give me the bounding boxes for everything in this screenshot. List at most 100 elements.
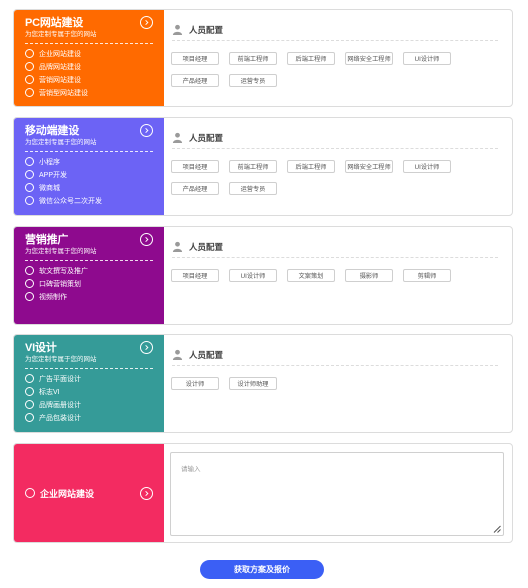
- staff-header: 人员配置: [172, 132, 498, 149]
- radio-circle-icon[interactable]: [25, 49, 34, 58]
- submit-button[interactable]: 获取方案及报价: [200, 560, 324, 579]
- radio-circle-icon[interactable]: [25, 183, 34, 192]
- service-option[interactable]: 营销型网站建设: [25, 86, 154, 99]
- option-label: 广告平面设计: [39, 375, 81, 383]
- radio-circle-icon[interactable]: [25, 196, 34, 205]
- staff-tag[interactable]: 摄影师: [345, 269, 393, 282]
- service-option[interactable]: 微商城: [25, 181, 154, 194]
- service-option[interactable]: 微信公众号二次开发: [25, 194, 154, 207]
- divider: [25, 368, 153, 369]
- option-label: 小程序: [39, 158, 60, 166]
- radio-circle-icon[interactable]: [25, 75, 34, 84]
- service-subtitle: 为您定制专属于您的网站: [25, 31, 97, 38]
- staff-tag[interactable]: 前端工程师: [229, 160, 277, 173]
- staff-panel: 人员配置 项目经理 前端工程师 后端工程师 网络安全工程师 UI设计师 产品经理…: [164, 118, 512, 215]
- staff-tag[interactable]: 剪辑师: [403, 269, 451, 282]
- staff-tag[interactable]: UI设计师: [403, 52, 451, 65]
- radio-circle-icon[interactable]: [25, 88, 34, 97]
- service-option[interactable]: 标志VI: [25, 385, 154, 398]
- staff-tags: 设计师 设计师助理: [171, 377, 501, 399]
- staff-tag[interactable]: UI设计师: [229, 269, 277, 282]
- service-option[interactable]: 营销网站建设: [25, 73, 154, 86]
- service-panel: PC网站建设 为您定制专属于您的网站 企业网站建设 品牌网站建设 营销网站建设 …: [14, 10, 164, 106]
- radio-circle-icon[interactable]: [25, 279, 34, 288]
- option-label: 品牌画册设计: [39, 401, 81, 409]
- radio-circle-icon[interactable]: [25, 400, 34, 409]
- service-card-mobile: 移动端建设 为您定制专属于您的网站 小程序 APP开发 微商城 微信公众号二次开…: [13, 117, 513, 216]
- service-card-enterprise: 企业网站建设 请输入: [13, 443, 513, 543]
- staff-panel: 人员配置 项目经理 前端工程师 后端工程师 网络安全工程师 UI设计师 产品经理…: [164, 10, 512, 106]
- staff-panel: 人员配置 项目经理 UI设计师 文案策划 摄影师 剪辑师: [164, 227, 512, 324]
- service-card-marketing: 营销推广 为您定制专属于您的网站 软文撰写及推广 口碑营销策划 视频制作 人员配…: [13, 226, 513, 325]
- service-option[interactable]: 企业网站建设: [25, 47, 154, 60]
- service-title: 营销推广: [25, 234, 69, 246]
- staff-tag[interactable]: 网络安全工程师: [345, 160, 393, 173]
- arrow-right-icon[interactable]: [140, 233, 153, 246]
- radio-circle-icon[interactable]: [25, 170, 34, 179]
- arrow-right-icon[interactable]: [140, 486, 153, 500]
- staff-tag[interactable]: 网络安全工程师: [345, 52, 393, 65]
- option-label: 企业网站建设: [40, 488, 95, 499]
- service-option[interactable]: 口碑营销策划: [25, 277, 154, 290]
- option-label: APP开发: [39, 171, 68, 179]
- service-subtitle: 为您定制专属于您的网站: [25, 139, 97, 146]
- service-option[interactable]: 产品包装设计: [25, 411, 154, 424]
- service-option[interactable]: 企业网站建设: [25, 486, 94, 500]
- radio-circle-icon[interactable]: [25, 62, 34, 71]
- staff-label: 人员配置: [189, 350, 224, 360]
- person-icon: [172, 241, 183, 252]
- radio-circle-icon[interactable]: [25, 292, 34, 301]
- option-label: 软文撰写及推广: [39, 267, 88, 275]
- service-option[interactable]: 软文撰写及推广: [25, 264, 154, 277]
- staff-label: 人员配置: [189, 242, 224, 252]
- service-option[interactable]: 品牌画册设计: [25, 398, 154, 411]
- option-label: 产品包装设计: [39, 414, 81, 422]
- arrow-right-icon[interactable]: [140, 341, 153, 354]
- staff-label: 人员配置: [189, 133, 224, 143]
- staff-tags: 项目经理 UI设计师 文案策划 摄影师 剪辑师: [171, 269, 501, 291]
- input-panel: 请输入: [164, 444, 512, 542]
- service-option[interactable]: 品牌网站建设: [25, 60, 154, 73]
- staff-tag[interactable]: 项目经理: [171, 160, 219, 173]
- service-card-vi: VI设计 为您定制专属于您的网站 广告平面设计 标志VI 品牌画册设计 产品包装…: [13, 334, 513, 433]
- option-label: 营销网站建设: [39, 76, 81, 84]
- service-title: 移动端建设: [25, 125, 79, 137]
- staff-tag[interactable]: 项目经理: [171, 269, 219, 282]
- service-subtitle: 为您定制专属于您的网站: [25, 248, 97, 255]
- staff-tag[interactable]: 设计师助理: [229, 377, 277, 390]
- service-option[interactable]: APP开发: [25, 168, 154, 181]
- radio-circle-icon[interactable]: [25, 266, 34, 275]
- staff-header: 人员配置: [172, 349, 498, 366]
- requirement-textarea[interactable]: 请输入: [170, 452, 504, 536]
- staff-tag[interactable]: 运营专员: [229, 74, 277, 87]
- service-option[interactable]: 视频制作: [25, 290, 154, 303]
- radio-circle-icon[interactable]: [25, 157, 34, 166]
- service-option[interactable]: 小程序: [25, 155, 154, 168]
- person-icon: [172, 349, 183, 360]
- radio-circle-icon[interactable]: [25, 387, 34, 396]
- service-subtitle: 为您定制专属于您的网站: [25, 356, 97, 363]
- staff-tag[interactable]: 产品经理: [171, 74, 219, 87]
- staff-tag[interactable]: 设计师: [171, 377, 219, 390]
- arrow-right-icon[interactable]: [140, 16, 153, 29]
- option-label: 标志VI: [39, 388, 60, 396]
- divider: [25, 260, 153, 261]
- option-label: 企业网站建设: [39, 50, 81, 58]
- staff-tag[interactable]: 文案策划: [287, 269, 335, 282]
- staff-tag[interactable]: 项目经理: [171, 52, 219, 65]
- service-option[interactable]: 广告平面设计: [25, 372, 154, 385]
- resize-grip-icon[interactable]: [493, 525, 501, 533]
- radio-circle-icon[interactable]: [25, 413, 34, 422]
- radio-circle-icon[interactable]: [25, 374, 34, 383]
- staff-tag[interactable]: 后端工程师: [287, 52, 335, 65]
- person-icon: [172, 24, 183, 35]
- option-label: 营销型网站建设: [39, 89, 88, 97]
- staff-tag[interactable]: 产品经理: [171, 182, 219, 195]
- staff-tag[interactable]: 后端工程师: [287, 160, 335, 173]
- radio-circle-icon[interactable]: [25, 488, 35, 498]
- staff-tag[interactable]: UI设计师: [403, 160, 451, 173]
- staff-tag[interactable]: 运营专员: [229, 182, 277, 195]
- staff-label: 人员配置: [189, 25, 224, 35]
- staff-tag[interactable]: 前端工程师: [229, 52, 277, 65]
- arrow-right-icon[interactable]: [140, 124, 153, 137]
